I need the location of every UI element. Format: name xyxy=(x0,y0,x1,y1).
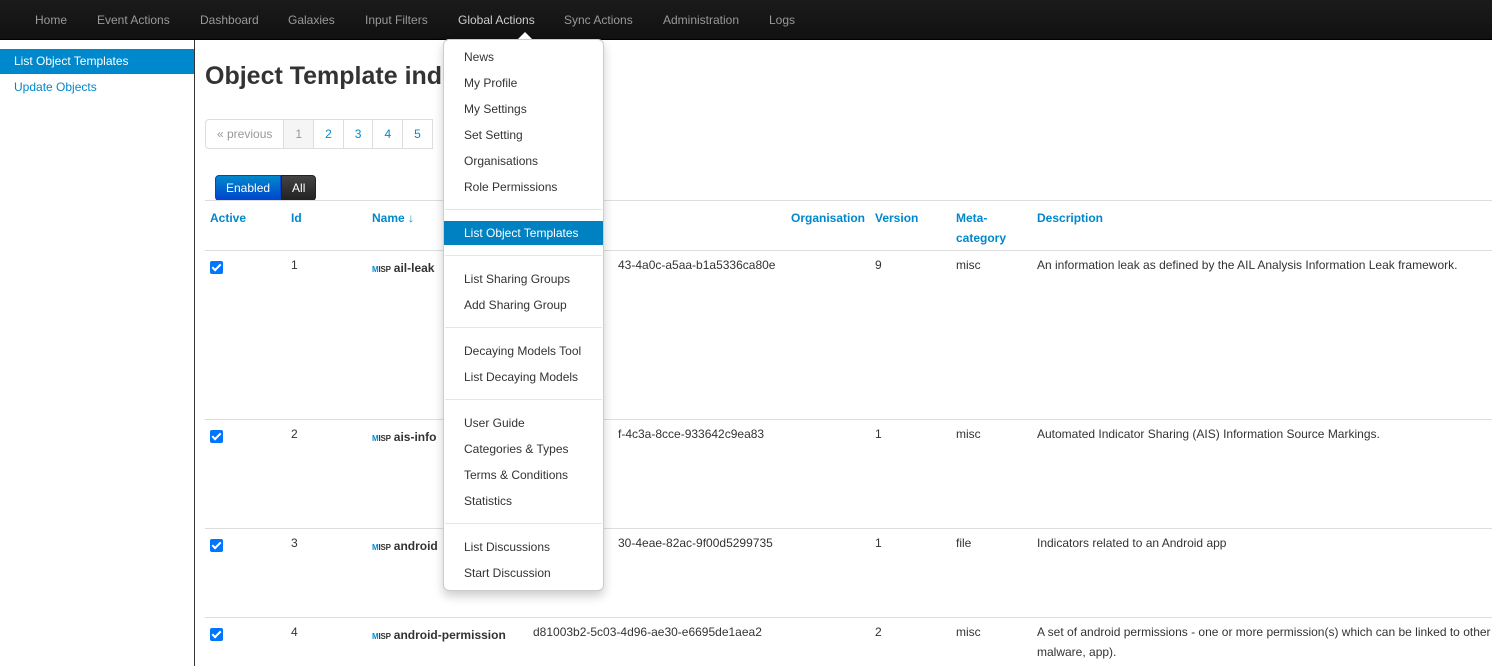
menu-item-organisations[interactable]: Organisations xyxy=(444,149,603,173)
menu-item-list-object-templates[interactable]: List Object Templates xyxy=(444,221,603,245)
menu-divider xyxy=(445,255,602,256)
active-checkbox[interactable] xyxy=(210,539,223,552)
row-meta-category: misc xyxy=(956,625,981,639)
row-name[interactable]: MISP android-permission xyxy=(372,625,506,647)
nav-input-filters[interactable]: Input Filters xyxy=(365,0,428,40)
pagination-page[interactable]: 5 xyxy=(402,119,433,149)
menu-divider xyxy=(445,523,602,524)
nav-galaxies[interactable]: Galaxies xyxy=(288,0,335,40)
pagination-previous[interactable]: « previous xyxy=(205,119,285,149)
column-header-id[interactable]: Id xyxy=(291,208,302,228)
misp-logo-icon: MISP xyxy=(372,632,391,641)
menu-divider xyxy=(445,209,602,210)
row-meta-category: misc xyxy=(956,427,981,441)
column-header-meta-category[interactable]: Meta-category xyxy=(956,208,1006,248)
row-version: 1 xyxy=(875,427,882,441)
row-name[interactable]: MISP ail-leak xyxy=(372,258,434,280)
filter-toggle: Enabled All xyxy=(215,175,317,201)
column-header-description[interactable]: Description xyxy=(1037,208,1103,228)
meta-category-line1: Meta- xyxy=(956,211,988,225)
row-uuid: f-4c3a-8cce-933642c9ea83 xyxy=(618,427,765,441)
menu-item-list-sharing-groups[interactable]: List Sharing Groups xyxy=(444,267,603,291)
sidebar-item-list-object-templates[interactable]: List Object Templates xyxy=(0,49,194,74)
page-title: Object Template index xyxy=(205,62,470,90)
row-uuid: 30-4eae-82ac-9f00d5299735 xyxy=(618,536,773,550)
nav-sync-actions[interactable]: Sync Actions xyxy=(564,0,633,40)
global-actions-dropdown: News My Profile My Settings Set Setting … xyxy=(443,39,604,591)
menu-item-start-discussion[interactable]: Start Discussion xyxy=(444,561,603,585)
menu-item-user-guide[interactable]: User Guide xyxy=(444,411,603,435)
row-uuid: d81003b2-5c03-4d96-ae30-e6695de1aea2 xyxy=(533,625,762,639)
pagination-page[interactable]: 1 xyxy=(283,119,315,149)
active-checkbox[interactable] xyxy=(210,628,223,641)
nav-home[interactable]: Home xyxy=(35,0,67,40)
nav-administration[interactable]: Administration xyxy=(663,0,739,40)
filter-enabled-button[interactable]: Enabled xyxy=(215,175,282,201)
row-version: 9 xyxy=(875,258,882,272)
menu-item-news[interactable]: News xyxy=(444,45,603,69)
side-menu: List Object Templates Update Objects xyxy=(0,40,195,666)
menu-item-set-setting[interactable]: Set Setting xyxy=(444,123,603,147)
column-header-version[interactable]: Version xyxy=(875,208,918,228)
row-meta-category: misc xyxy=(956,258,981,272)
menu-item-terms-conditions[interactable]: Terms & Conditions xyxy=(444,463,603,487)
menu-item-list-decaying-models[interactable]: List Decaying Models xyxy=(444,365,603,389)
misp-logo-icon: MISP xyxy=(372,543,391,552)
menu-item-list-discussions[interactable]: List Discussions xyxy=(444,535,603,559)
object-template-table: Active Id Name ↓ Organisation Version Me… xyxy=(205,200,1492,666)
row-id: 4 xyxy=(291,625,298,639)
nav-logs[interactable]: Logs xyxy=(769,0,795,40)
menu-item-decaying-models-tool[interactable]: Decaying Models Tool xyxy=(444,339,603,363)
menu-item-add-sharing-group[interactable]: Add Sharing Group xyxy=(444,293,603,317)
pagination-page[interactable]: 4 xyxy=(372,119,404,149)
menu-item-my-profile[interactable]: My Profile xyxy=(444,71,603,95)
nav-event-actions[interactable]: Event Actions xyxy=(97,0,170,40)
row-uuid: 43-4a0c-a5aa-b1a5336ca80e xyxy=(618,258,776,272)
table-row-divider xyxy=(205,419,1492,420)
filter-all-button[interactable]: All xyxy=(281,175,317,201)
top-navbar: Home Event Actions Dashboard Galaxies In… xyxy=(0,0,1492,40)
active-checkbox[interactable] xyxy=(210,261,223,274)
row-description: A set of android permissions - one or mo… xyxy=(1037,625,1491,659)
pagination: « previous 1 2 3 4 5 xyxy=(205,119,433,149)
row-version: 2 xyxy=(875,625,882,639)
menu-divider xyxy=(445,399,602,400)
table-row-divider xyxy=(205,528,1492,529)
row-meta-category: file xyxy=(956,536,972,550)
table-row-divider xyxy=(205,617,1492,618)
sidebar-item-update-objects[interactable]: Update Objects xyxy=(0,75,194,100)
row-description: Automated Indicator Sharing (AIS) Inform… xyxy=(1037,427,1380,441)
dropdown-caret xyxy=(518,32,532,39)
active-checkbox[interactable] xyxy=(210,430,223,443)
column-header-organisation[interactable]: Organisation xyxy=(791,208,865,228)
menu-item-statistics[interactable]: Statistics xyxy=(444,489,603,513)
row-id: 1 xyxy=(291,258,298,272)
pagination-page[interactable]: 3 xyxy=(342,119,374,149)
menu-item-role-permissions[interactable]: Role Permissions xyxy=(444,175,603,199)
row-version: 1 xyxy=(875,536,882,550)
column-header-active[interactable]: Active xyxy=(210,208,246,228)
table-row-divider xyxy=(205,250,1492,251)
menu-item-categories-types[interactable]: Categories & Types xyxy=(444,437,603,461)
menu-divider xyxy=(445,327,602,328)
menu-item-my-settings[interactable]: My Settings xyxy=(444,97,603,121)
pagination-page[interactable]: 2 xyxy=(313,119,344,149)
nav-dashboard[interactable]: Dashboard xyxy=(200,0,259,40)
misp-logo-icon: MISP xyxy=(372,265,391,274)
table-border xyxy=(205,200,1492,201)
row-id: 2 xyxy=(291,427,298,441)
row-id: 3 xyxy=(291,536,298,550)
column-header-name[interactable]: Name ↓ xyxy=(372,208,414,228)
row-description: Indicators related to an Android app xyxy=(1037,536,1227,550)
meta-category-line2: category xyxy=(956,231,1007,245)
row-name[interactable]: MISP android xyxy=(372,536,438,558)
misp-logo-icon: MISP xyxy=(372,434,391,443)
row-name[interactable]: MISP ais-info xyxy=(372,427,436,449)
row-description: An information leak as defined by the AI… xyxy=(1037,258,1458,272)
